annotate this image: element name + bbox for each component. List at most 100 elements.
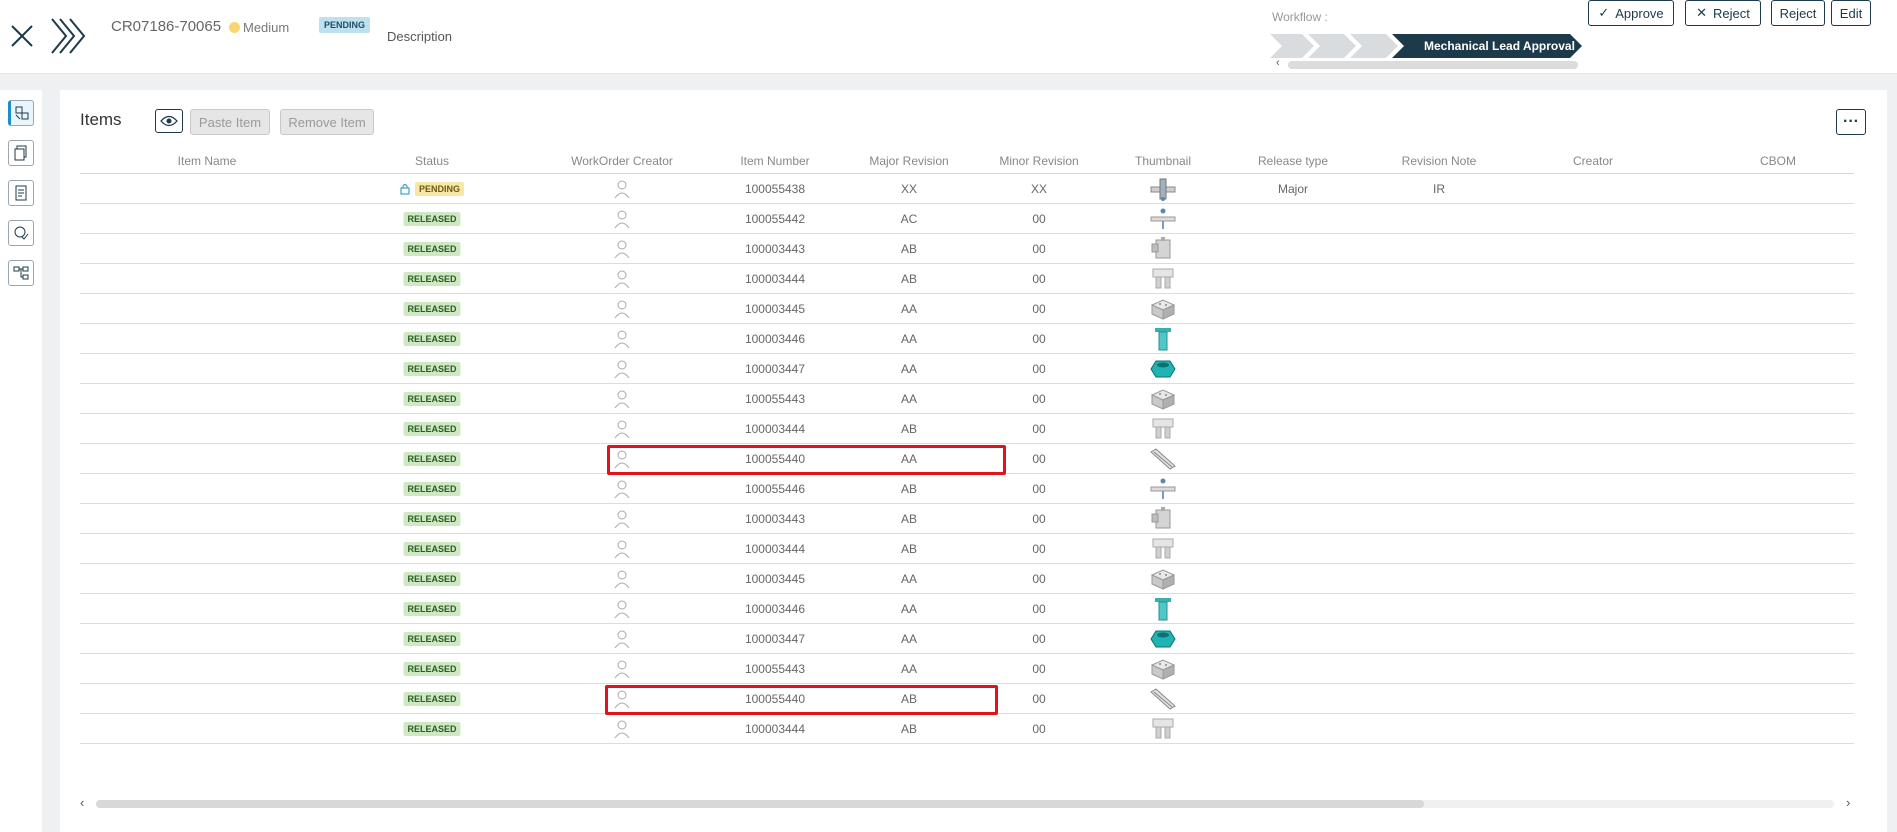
rail-assembly-thumbnail-icon[interactable]: [1148, 474, 1178, 504]
table-row[interactable]: RELEASED 100003445 AA 00: [80, 564, 1854, 594]
user-avatar-icon[interactable]: [614, 654, 630, 684]
reject-button[interactable]: Reject: [1771, 0, 1825, 26]
paste-item-button[interactable]: Paste Item: [190, 109, 270, 135]
user-avatar-icon[interactable]: [614, 474, 630, 504]
user-avatar-icon[interactable]: [614, 384, 630, 414]
item-number-cell[interactable]: 100055442: [745, 204, 805, 234]
item-number-cell[interactable]: 100003447: [745, 624, 805, 654]
report-icon[interactable]: [8, 180, 34, 206]
item-number-cell[interactable]: 100003447: [745, 354, 805, 384]
item-number-cell[interactable]: 100055438: [745, 174, 805, 204]
items-icon[interactable]: [8, 100, 34, 126]
user-avatar-icon[interactable]: [614, 714, 630, 744]
table-row[interactable]: RELEASED 100003446 AA 00: [80, 594, 1854, 624]
clamp-thumbnail-icon[interactable]: [1148, 504, 1178, 534]
more-options-icon[interactable]: ···: [1836, 109, 1866, 135]
remove-item-button[interactable]: Remove Item: [280, 109, 374, 135]
approval-icon[interactable]: [8, 220, 34, 246]
bracket-thumbnail-icon[interactable]: [1148, 264, 1178, 294]
user-avatar-icon[interactable]: [614, 354, 630, 384]
block-thumbnail-icon[interactable]: [1148, 384, 1178, 414]
user-avatar-icon[interactable]: [614, 204, 630, 234]
table-row[interactable]: RELEASED 100003444 AB 00: [80, 264, 1854, 294]
block-thumbnail-icon[interactable]: [1148, 294, 1178, 324]
item-number-cell[interactable]: 100055446: [745, 474, 805, 504]
pin-thumbnail-icon[interactable]: [1148, 324, 1178, 354]
item-number-cell[interactable]: 100003446: [745, 594, 805, 624]
table-row[interactable]: RELEASED 100003444 AB 00: [80, 414, 1854, 444]
close-icon[interactable]: [8, 22, 36, 50]
user-avatar-icon[interactable]: [614, 234, 630, 264]
scroll-left-arrow-icon[interactable]: ‹: [80, 795, 84, 810]
column-header-status[interactable]: Status: [415, 154, 449, 168]
table-row[interactable]: RELEASED 100055443 AA 00: [80, 384, 1854, 414]
column-header-item-number[interactable]: Item Number: [740, 154, 809, 168]
hierarchy-icon[interactable]: [8, 260, 34, 286]
edit-button[interactable]: Edit: [1831, 0, 1871, 26]
column-header-workorder-creator[interactable]: WorkOrder Creator: [571, 154, 673, 168]
column-header-release-type[interactable]: Release type: [1258, 154, 1328, 168]
user-avatar-icon[interactable]: [614, 174, 630, 204]
rail-assembly-thumbnail-icon[interactable]: [1148, 204, 1178, 234]
column-header-item-name[interactable]: Item Name: [178, 154, 237, 168]
scroll-thumb[interactable]: [96, 800, 1424, 808]
item-number-cell[interactable]: 100055443: [745, 654, 805, 684]
table-row[interactable]: RELEASED 100055442 AC 00: [80, 204, 1854, 234]
cross-rail-thumbnail-icon[interactable]: [1148, 174, 1178, 204]
user-avatar-icon[interactable]: [614, 294, 630, 324]
bracket-thumbnail-icon[interactable]: [1148, 714, 1178, 744]
user-avatar-icon[interactable]: [614, 564, 630, 594]
workflow-scroll-thumb[interactable]: [1288, 61, 1578, 69]
item-number-cell[interactable]: 100055440: [745, 684, 805, 714]
table-row[interactable]: RELEASED 100003447 AA 00: [80, 354, 1854, 384]
workflow-current-step[interactable]: Mechanical Lead Approval: [1424, 39, 1575, 53]
user-avatar-icon[interactable]: [614, 504, 630, 534]
approve-button[interactable]: ✓ Approve: [1588, 0, 1674, 26]
table-row[interactable]: RELEASED 100003444 AB 00: [80, 714, 1854, 744]
column-header-cbom[interactable]: CBOM: [1760, 154, 1796, 168]
block-thumbnail-icon[interactable]: [1148, 564, 1178, 594]
column-header-major-revision[interactable]: Major Revision: [869, 154, 948, 168]
table-horizontal-scrollbar[interactable]: ‹ ›: [80, 795, 1854, 810]
scroll-right-arrow-icon[interactable]: ›: [1846, 795, 1850, 810]
column-header-minor-revision[interactable]: Minor Revision: [999, 154, 1078, 168]
table-row[interactable]: RELEASED 100003446 AA 00: [80, 324, 1854, 354]
bracket-thumbnail-icon[interactable]: [1148, 534, 1178, 564]
table-row[interactable]: RELEASED 100003443 AB 00: [80, 234, 1854, 264]
table-row[interactable]: RELEASED 100055440 AB 00: [80, 684, 1854, 714]
scroll-left-icon[interactable]: ‹: [1276, 57, 1280, 69]
table-row[interactable]: RELEASED 100003444 AB 00: [80, 534, 1854, 564]
column-header-creator[interactable]: Creator: [1573, 154, 1613, 168]
item-number-cell[interactable]: 100003444: [745, 264, 805, 294]
user-avatar-icon[interactable]: [614, 264, 630, 294]
rail-thumbnail-icon[interactable]: [1148, 684, 1178, 714]
item-number-cell[interactable]: 100003444: [745, 714, 805, 744]
item-number-cell[interactable]: 100003444: [745, 534, 805, 564]
user-avatar-icon[interactable]: [614, 324, 630, 354]
bracket-thumbnail-icon[interactable]: [1148, 414, 1178, 444]
user-avatar-icon[interactable]: [614, 534, 630, 564]
block-thumbnail-icon[interactable]: [1148, 654, 1178, 684]
table-row[interactable]: RELEASED 100055440 AA 00: [80, 444, 1854, 474]
reject-with-icon-button[interactable]: ✕ Reject: [1685, 0, 1761, 26]
table-row[interactable]: RELEASED 100055446 AB 00: [80, 474, 1854, 504]
hex-nut-thumbnail-icon[interactable]: [1148, 624, 1178, 654]
user-avatar-icon[interactable]: [614, 414, 630, 444]
user-avatar-icon[interactable]: [614, 594, 630, 624]
eye-icon[interactable]: [155, 109, 183, 133]
user-avatar-icon[interactable]: [614, 444, 630, 474]
pin-thumbnail-icon[interactable]: [1148, 594, 1178, 624]
table-row[interactable]: RELEASED 100055443 AA 00: [80, 654, 1854, 684]
item-number-cell[interactable]: 100003443: [745, 504, 805, 534]
table-row[interactable]: RELEASED 100003447 AA 00: [80, 624, 1854, 654]
item-number-cell[interactable]: 100003445: [745, 564, 805, 594]
item-number-cell[interactable]: 100003443: [745, 234, 805, 264]
table-row[interactable]: RELEASED 100003443 AB 00: [80, 504, 1854, 534]
user-avatar-icon[interactable]: [614, 684, 630, 714]
workflow-scrollbar[interactable]: ‹: [1276, 57, 1578, 70]
item-number-cell[interactable]: 100003446: [745, 324, 805, 354]
item-number-cell[interactable]: 100055443: [745, 384, 805, 414]
rail-thumbnail-icon[interactable]: [1148, 444, 1178, 474]
user-avatar-icon[interactable]: [614, 624, 630, 654]
column-header-revision-note[interactable]: Revision Note: [1402, 154, 1477, 168]
